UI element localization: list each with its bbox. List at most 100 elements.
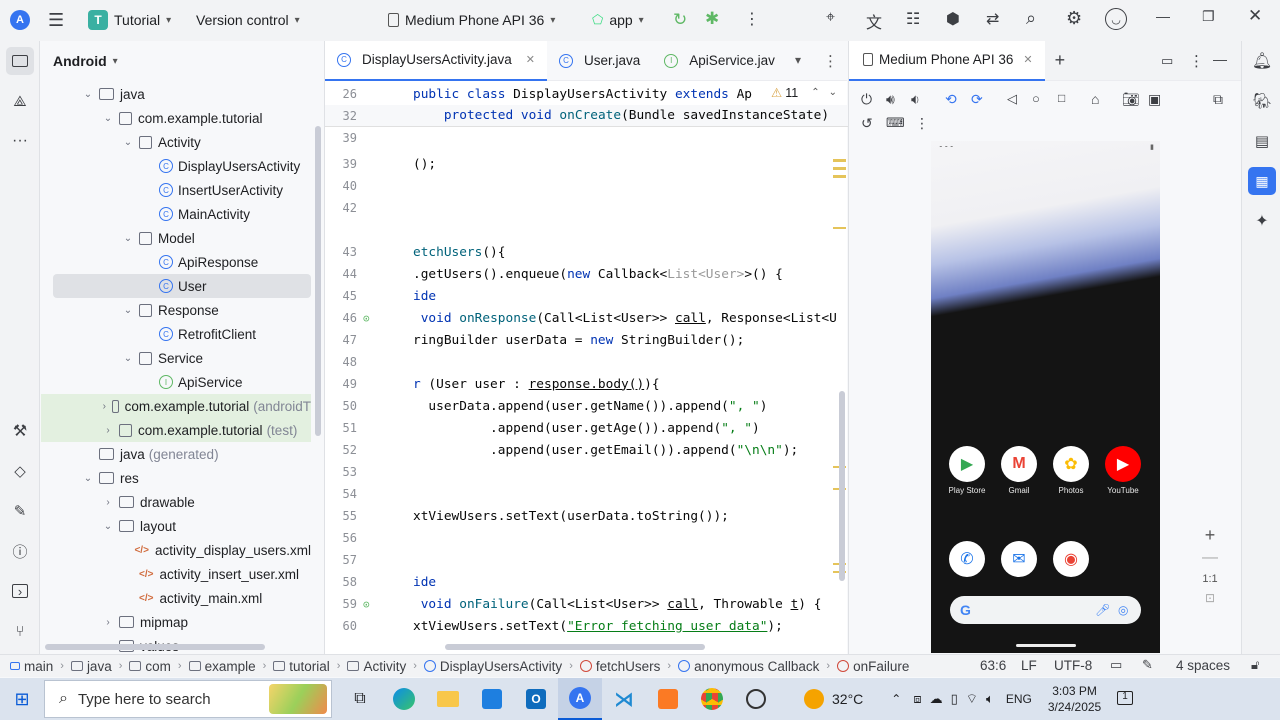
code-line[interactable] (325, 219, 848, 241)
editor-tab[interactable]: C DisplayUsersActivity.java ✕ (325, 40, 548, 81)
device-selector[interactable]: Medium Phone API 36 ▾ (388, 12, 555, 28)
lock-icon[interactable]: 🔓︎ (1251, 657, 1259, 673)
app-quality-button[interactable]: ◇ (6, 457, 34, 485)
rotate-right-icon[interactable]: ⟳ (971, 91, 983, 108)
caret-position[interactable]: 63:6 (980, 658, 1006, 673)
code-line[interactable]: 39 (325, 127, 848, 149)
tab-medium-phone[interactable]: Medium Phone API 36 ✕ (849, 40, 1045, 81)
keyboard-icon[interactable]: ⌨ (886, 115, 905, 131)
store-taskbar-button[interactable] (470, 678, 514, 720)
gemini-button[interactable]: ✦ (1248, 207, 1276, 235)
code-line[interactable]: 26 public class DisplayUsersActivity exte… (325, 83, 848, 105)
close-window-icon[interactable]: ✕ (1248, 6, 1262, 26)
code-line[interactable]: 40 (325, 175, 848, 197)
edge-taskbar-button[interactable] (382, 678, 426, 720)
apply-changes-icon[interactable]: ↻ (673, 10, 687, 30)
breadcrumb-item[interactable]: onFailure (837, 659, 909, 674)
taskbar-search[interactable]: ⌕ Type here to search (44, 680, 332, 718)
device-screen[interactable]: ⁃ ⁃ ⁃ ▮ ▶ Play Store M Gmail ✿ Photos ▶ YouTube… (931, 141, 1160, 653)
panel-options-icon[interactable]: ⋮ (1189, 52, 1204, 70)
tree-item[interactable]: I ApiService (41, 370, 311, 394)
tree-item[interactable]: ⌄ Response (41, 298, 311, 322)
gradle-button[interactable]: 🐘︎ (1248, 87, 1276, 115)
weather-icon[interactable] (804, 689, 824, 709)
tree-item[interactable]: </> activity_insert_user.xml (41, 562, 311, 586)
ai-assistant-icon[interactable]: ⌖ (826, 9, 835, 27)
previous-highlight-icon[interactable]: ⌃ (811, 87, 819, 98)
code-line[interactable]: 51 .append(user.getAge()).append(", ") (325, 417, 848, 439)
chevron-right-icon[interactable]: › (101, 425, 115, 436)
code-line[interactable]: 59 ⊙ void onFailure(Call<List<User>> call… (325, 593, 848, 615)
tree-item[interactable]: › com.example.tutorial (androidT (41, 394, 311, 418)
code-line[interactable]: 50 userData.append(user.getName()).appen… (325, 395, 848, 417)
battery-icon[interactable]: ▯ (951, 691, 958, 707)
code-area[interactable]: 26 public class DisplayUsersActivity exte… (325, 83, 848, 643)
project-tool-button[interactable] (6, 47, 34, 75)
more-actions-icon[interactable]: ⋮ (744, 9, 760, 29)
chevron-down-icon[interactable]: ⌄ (101, 113, 115, 124)
zoom-fit-icon[interactable]: ⊡ (1197, 591, 1223, 605)
code-line[interactable]: 45 ide (325, 285, 848, 307)
inspection-widget[interactable]: ⚠ 11 ⌃ ⌄ (771, 85, 837, 100)
explorer-taskbar-button[interactable] (426, 678, 470, 720)
code-line[interactable]: 39 (); (325, 153, 848, 175)
notifications-button[interactable]: 🔔︎ (1248, 47, 1276, 75)
code-line[interactable]: 60 xtViewUsers.setText("Error fetching us… (325, 615, 848, 637)
code-line[interactable]: 46 ⊙ void onResponse(Call<List<User>> cal… (325, 307, 848, 329)
editor-v-scrollbar[interactable] (839, 391, 845, 581)
vscode-taskbar-button[interactable]: ⋊ (602, 678, 646, 720)
snapshot-icon[interactable]: ↺ (861, 115, 873, 132)
project-selector[interactable]: T Tutorial ▾ (88, 10, 171, 30)
code-line[interactable]: 52 .append(user.getEmail()).append("\n\n… (325, 439, 848, 461)
code-line[interactable]: 48 (325, 351, 848, 373)
temperature[interactable]: 32°C (832, 691, 863, 707)
minimize-window-icon[interactable]: — (1156, 8, 1170, 24)
tree-item[interactable]: C InsertUserActivity (41, 178, 311, 202)
code-line[interactable]: 44 .getUsers().enqueue(new Callback<List<… (325, 263, 848, 285)
code-line[interactable]: 56 (325, 527, 848, 549)
indent-setting[interactable]: 4 spaces (1176, 658, 1230, 673)
readonly-toggle-icon[interactable]: ▭ (1110, 657, 1122, 673)
translate-icon[interactable]: 文 (866, 9, 882, 33)
volume-up-icon[interactable]: 🔊︎ (886, 91, 895, 108)
account-icon[interactable]: ◡ (1105, 8, 1127, 30)
back-icon[interactable]: ◁ (1007, 91, 1017, 107)
add-device-icon[interactable]: + (1055, 50, 1066, 71)
tree-h-scrollbar[interactable] (45, 644, 265, 650)
project-view-selector[interactable]: Android ▾ (41, 41, 323, 81)
tree-item[interactable]: › drawable (41, 490, 311, 514)
more-controls-icon[interactable]: ⋮ (915, 115, 929, 132)
override-gutter-icon[interactable]: ⊙ (363, 312, 370, 325)
editor-tab[interactable]: I ApiService.jav (652, 41, 787, 81)
editor-tab[interactable]: C User.java (547, 41, 652, 81)
power-save-icon[interactable]: ✎ (1142, 657, 1153, 673)
gesture-nav-handle[interactable] (1016, 644, 1076, 647)
problems-button[interactable]: ⓘ (6, 537, 34, 565)
hide-panel-icon[interactable]: — (1213, 51, 1227, 67)
volume-icon[interactable]: 🔈︎ (986, 691, 994, 707)
chevron-down-icon[interactable]: ⌄ (121, 137, 135, 148)
rotate-left-icon[interactable]: ⟲ (945, 91, 957, 108)
app-icon[interactable]: ✿ (1053, 446, 1089, 482)
chevron-down-icon[interactable]: ⌄ (101, 521, 115, 532)
tree-item[interactable]: C RetrofitClient (41, 322, 311, 346)
tree-item[interactable]: ⌄ Activity (41, 130, 311, 154)
dock-app-icon[interactable]: ◉ (1053, 541, 1089, 577)
more-tabs-chevron-icon[interactable]: ▾ (795, 53, 801, 67)
search-icon[interactable]: ⌕ (1026, 8, 1036, 29)
code-line[interactable]: 43 etchUsers(){ (325, 241, 848, 263)
breadcrumb-item[interactable]: java (70, 659, 112, 674)
tree-scrollbar[interactable] (315, 126, 321, 436)
clock[interactable]: 3:03 PM 3/24/2025 (1048, 683, 1101, 715)
app-icon[interactable]: M (1001, 446, 1037, 482)
chevron-right-icon[interactable]: › (101, 401, 108, 412)
version-control-menu[interactable]: Version control ▾ (196, 12, 300, 28)
screenshot-icon[interactable]: 📷︎ (1122, 91, 1140, 108)
line-separator[interactable]: LF (1021, 658, 1037, 673)
app-icon[interactable]: ▶ (949, 446, 985, 482)
tasks-icon[interactable]: ☷ (906, 9, 920, 29)
tree-item[interactable]: › com.example.tutorial (test) (41, 418, 311, 442)
network-icon[interactable]: ⌔ (966, 691, 978, 707)
maximize-panel-icon[interactable]: ▭ (1161, 53, 1173, 69)
google-search-bar[interactable]: G 🎤︎ ◎ (950, 596, 1141, 624)
